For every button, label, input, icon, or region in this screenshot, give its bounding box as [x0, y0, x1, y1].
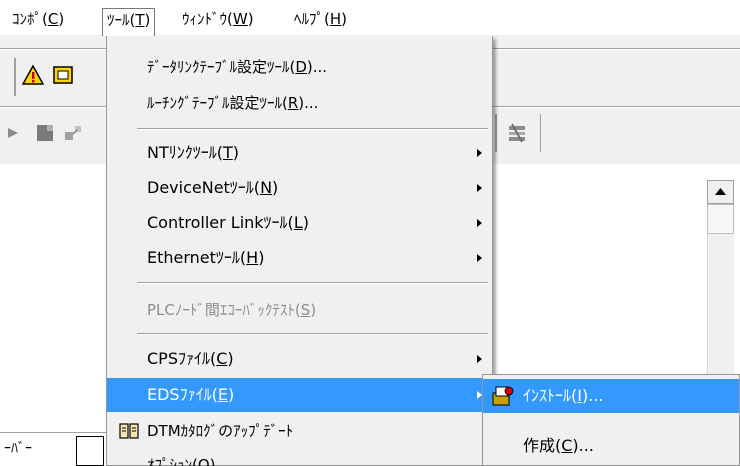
menu-item-dtm-catalog-update[interactable]: DTMｶﾀﾛｸﾞのｱｯﾌﾟﾃﾞｰﾄ: [107, 414, 492, 448]
menu-item-devicenet-tool[interactable]: DeviceNetﾂｰﾙ(N): [107, 171, 492, 205]
status-box[interactable]: [76, 436, 104, 466]
submenu-arrow-icon: [477, 355, 482, 363]
eds-submenu: ｲﾝｽﾄｰﾙ(I)... 作成(C)...: [482, 374, 740, 466]
stop-icon[interactable]: [34, 122, 56, 144]
arrow-up-icon: [715, 188, 726, 195]
menu-item-nt-link-tool[interactable]: NTﾘﾝｸﾂｰﾙ(T): [107, 136, 492, 170]
menu-component[interactable]: ｺﾝﾎﾟ(C): [8, 8, 68, 30]
menu-item-plc-echoback-test: PLCﾉｰﾄﾞ間ｴｺｰﾊﾞｯｸﾃｽﾄ(S): [147, 301, 317, 319]
menu-tools[interactable]: ﾂｰﾙ(T): [102, 8, 156, 36]
tool-icon[interactable]: [506, 122, 528, 144]
submenu-item-install[interactable]: ｲﾝｽﾄｰﾙ(I)...: [483, 379, 739, 413]
install-icon: [492, 386, 514, 406]
menu-window[interactable]: ｳｨﾝﾄﾞｳ(W): [178, 8, 258, 30]
scroll-up-button[interactable]: [707, 180, 734, 204]
menu-item-cps-file[interactable]: CPSﾌｧｲﾙ(C): [107, 342, 492, 376]
submenu-arrow-icon: [477, 219, 482, 227]
toolbar-separator: [495, 114, 497, 152]
status-label: ｰﾊﾞｰ: [4, 441, 32, 457]
book-icon: [119, 423, 139, 439]
menu-item-eds-file[interactable]: EDSﾌｧｲﾙ(E): [107, 378, 492, 412]
cpu-icon[interactable]: [52, 64, 74, 86]
menu-item-ethernet-tool[interactable]: Ethernetﾂｰﾙ(H): [107, 241, 492, 275]
scroll-thumb[interactable]: [707, 204, 734, 234]
toolbar-end: [540, 114, 541, 152]
status-border: [0, 432, 110, 433]
menu-help[interactable]: ﾍﾙﾌﾟ(H): [290, 8, 351, 30]
status-fragment: ｰﾊﾞｰ: [0, 426, 110, 466]
menu-item-controller-link-tool[interactable]: Controller Linkﾂｰﾙ(L): [107, 206, 492, 240]
menu-item-options[interactable]: ｵﾌﾟｼｮﾝ(O): [107, 448, 492, 466]
menu-bar: ｺﾝﾎﾟ(C) ﾂｰﾙ(T) ｳｨﾝﾄﾞｳ(W) ﾍﾙﾌﾟ(H): [0, 0, 740, 36]
toolbar-grip: [14, 58, 16, 96]
submenu-arrow-icon: [477, 184, 482, 192]
warning-icon[interactable]: [22, 64, 44, 86]
play-icon[interactable]: [4, 122, 26, 144]
menu-separator-highlight: [137, 334, 488, 335]
submenu-arrow-icon: [477, 254, 482, 262]
submenu-arrow-icon: [477, 149, 482, 157]
submenu-item-create[interactable]: 作成(C)...: [483, 429, 739, 463]
menu-item-routing-table-tool[interactable]: ﾙｰﾁﾝｸﾞﾃｰﾌﾞﾙ設定ﾂｰﾙ(R)...: [107, 86, 492, 120]
network-icon[interactable]: [62, 122, 84, 144]
menu-item-datalink-table-tool[interactable]: ﾃﾞｰﾀﾘﾝｸﾃｰﾌﾞﾙ設定ﾂｰﾙ(D)...: [107, 50, 492, 84]
menu-separator-highlight: [137, 283, 488, 284]
tools-menu: ﾃﾞｰﾀﾘﾝｸﾃｰﾌﾞﾙ設定ﾂｰﾙ(D)... ﾙｰﾁﾝｸﾞﾃｰﾌﾞﾙ設定ﾂｰﾙ…: [106, 36, 493, 466]
menu-separator-highlight: [137, 129, 488, 130]
